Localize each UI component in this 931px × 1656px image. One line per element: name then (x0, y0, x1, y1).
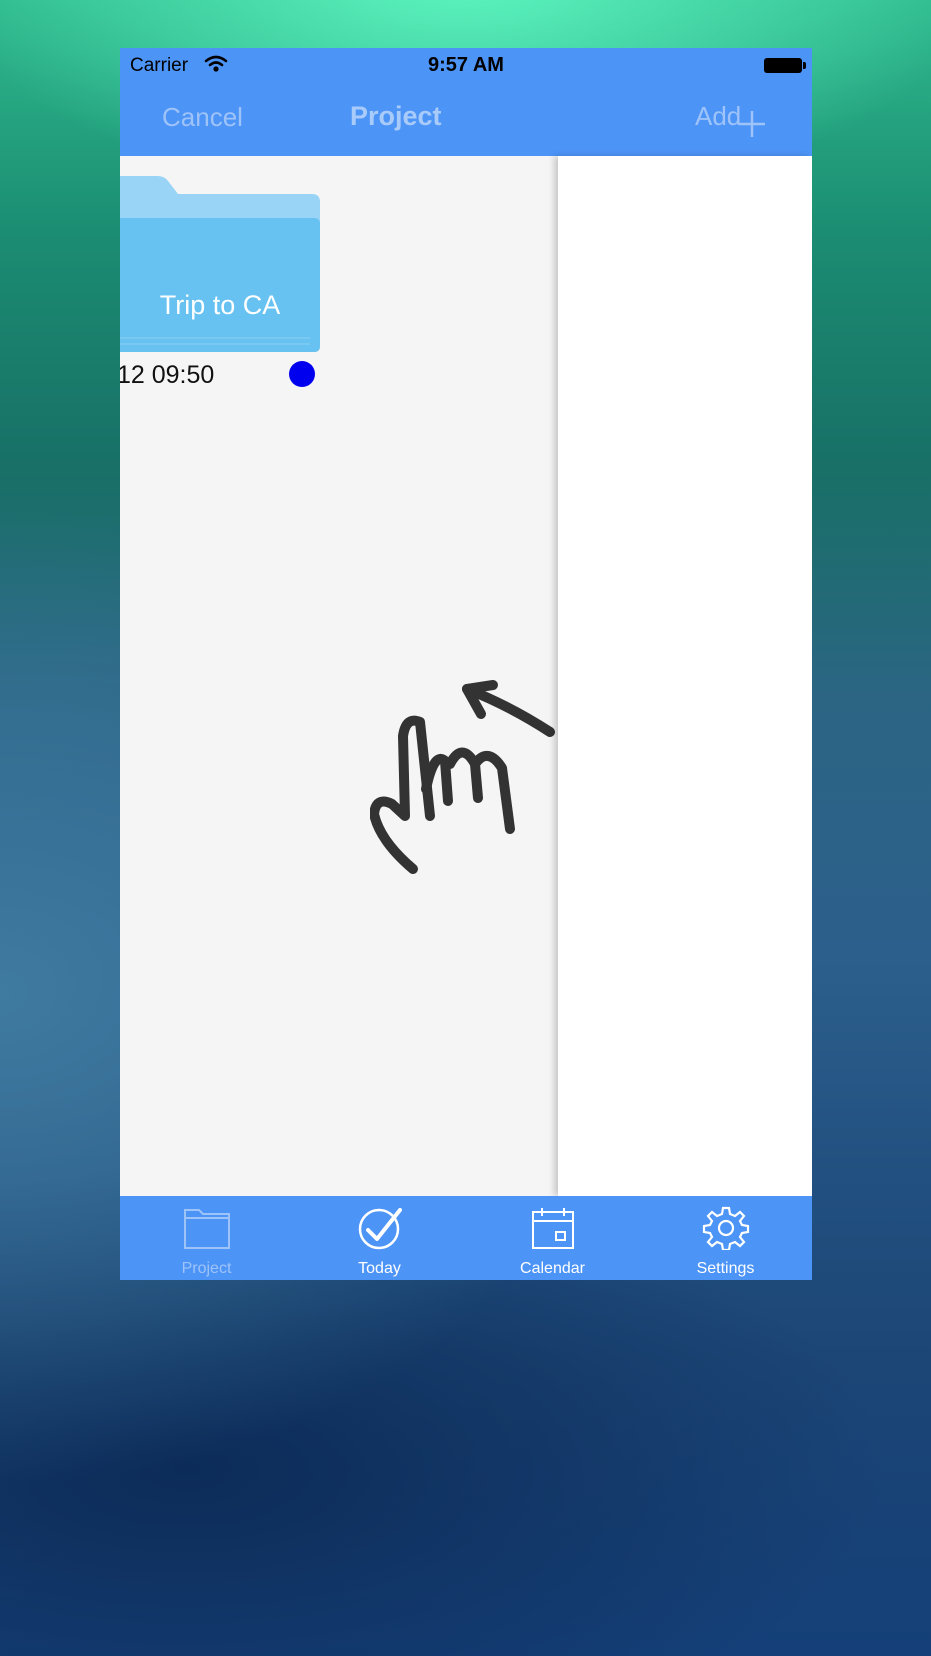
tab-calendar-label: Calendar (520, 1260, 585, 1277)
tab-project[interactable]: Project (120, 1196, 293, 1280)
folder-icon (183, 1209, 230, 1249)
tab-settings-label: Settings (696, 1260, 755, 1277)
tab-project-label: Project (181, 1260, 232, 1277)
tab-settings[interactable]: Settings (639, 1196, 812, 1280)
check-circle-icon (358, 1208, 402, 1250)
add-button[interactable]: Add (695, 101, 741, 132)
gear-icon (702, 1206, 749, 1250)
page-title: Project (350, 101, 442, 131)
tab-today[interactable]: Today (293, 1196, 466, 1280)
app-screen: Carrier 9:57 AM Cancel Project Add Trip … (120, 48, 812, 1280)
status-bar: Carrier 9:57 AM (120, 48, 812, 82)
navigation-bar: Cancel Project Add (120, 82, 812, 156)
calendar-icon (531, 1208, 574, 1249)
plus-icon[interactable] (737, 109, 767, 139)
tab-today-label: Today (358, 1260, 401, 1277)
status-time: 9:57 AM (428, 54, 504, 76)
project-folder[interactable]: Trip to CA (120, 176, 320, 361)
tab-bar: Project Today Calendar Settings (120, 1196, 812, 1280)
swipe-gesture-icon (370, 680, 555, 874)
folder-icon (120, 176, 320, 352)
project-date: /12 09:50 (120, 361, 215, 389)
tab-calendar[interactable]: Calendar (466, 1196, 639, 1280)
side-panel (558, 156, 812, 1196)
project-name: Trip to CA (159, 290, 281, 320)
cancel-button[interactable]: Cancel (162, 102, 243, 133)
status-dot (289, 361, 315, 387)
battery-icon (764, 58, 806, 73)
